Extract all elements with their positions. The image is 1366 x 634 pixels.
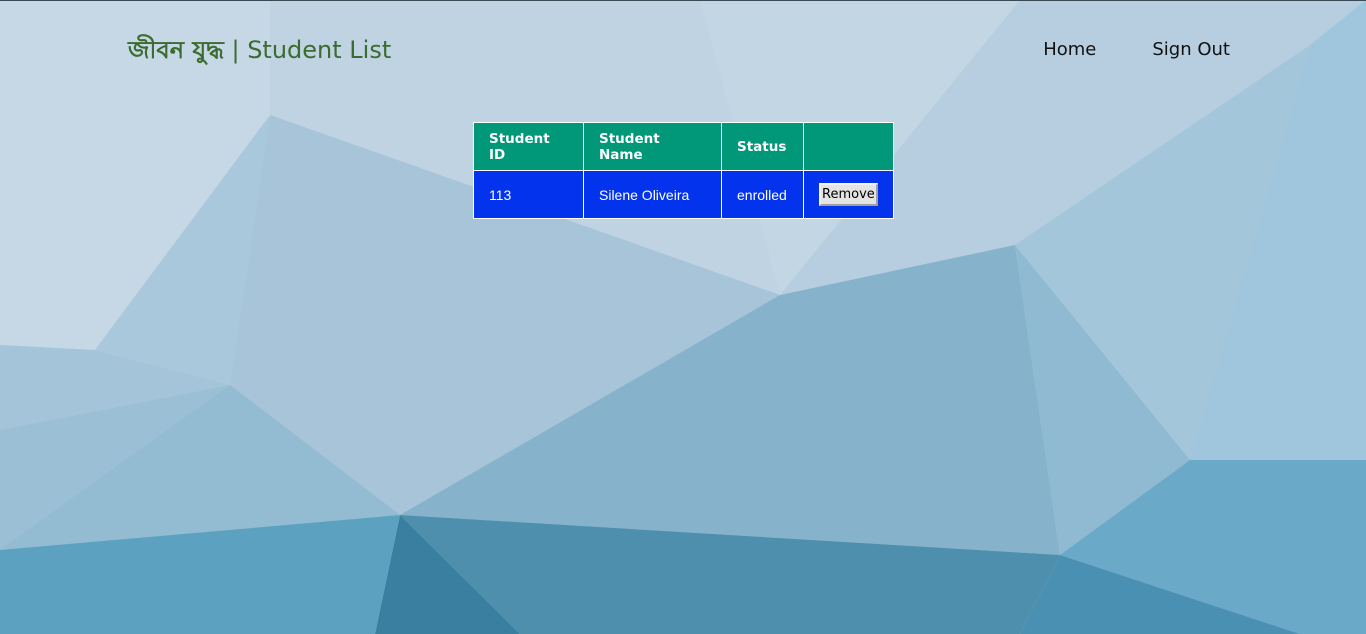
polygon-background: [0, 0, 1366, 634]
cell-student-id: 113: [473, 170, 584, 219]
cell-status: enrolled: [721, 170, 804, 219]
top-nav: Home Sign Out: [1043, 38, 1230, 62]
brand-page-name: Student List: [247, 36, 392, 64]
table-row: 113 Silene Oliveira enrolled Remove: [473, 170, 894, 219]
table-header-row: Student ID Student Name Status: [473, 122, 894, 171]
cell-student-name: Silene Oliveira: [583, 170, 722, 219]
nav-sign-out-link[interactable]: Sign Out: [1152, 38, 1230, 62]
column-header-student-id: Student ID: [473, 122, 584, 171]
remove-button[interactable]: Remove: [819, 183, 878, 206]
brand-bengali: জীবন যুদ্ধ: [128, 36, 224, 64]
column-header-student-name: Student Name: [583, 122, 722, 171]
column-header-status: Status: [721, 122, 804, 171]
nav-home-link[interactable]: Home: [1043, 38, 1096, 62]
cell-action: Remove: [803, 170, 894, 219]
top-border: [0, 0, 1366, 1]
column-header-action: [803, 122, 894, 171]
student-table: Student ID Student Name Status 113 Silen…: [473, 122, 894, 219]
page-title: জীবন যুদ্ধ | Student List: [128, 33, 391, 67]
brand-separator: |: [231, 36, 240, 64]
